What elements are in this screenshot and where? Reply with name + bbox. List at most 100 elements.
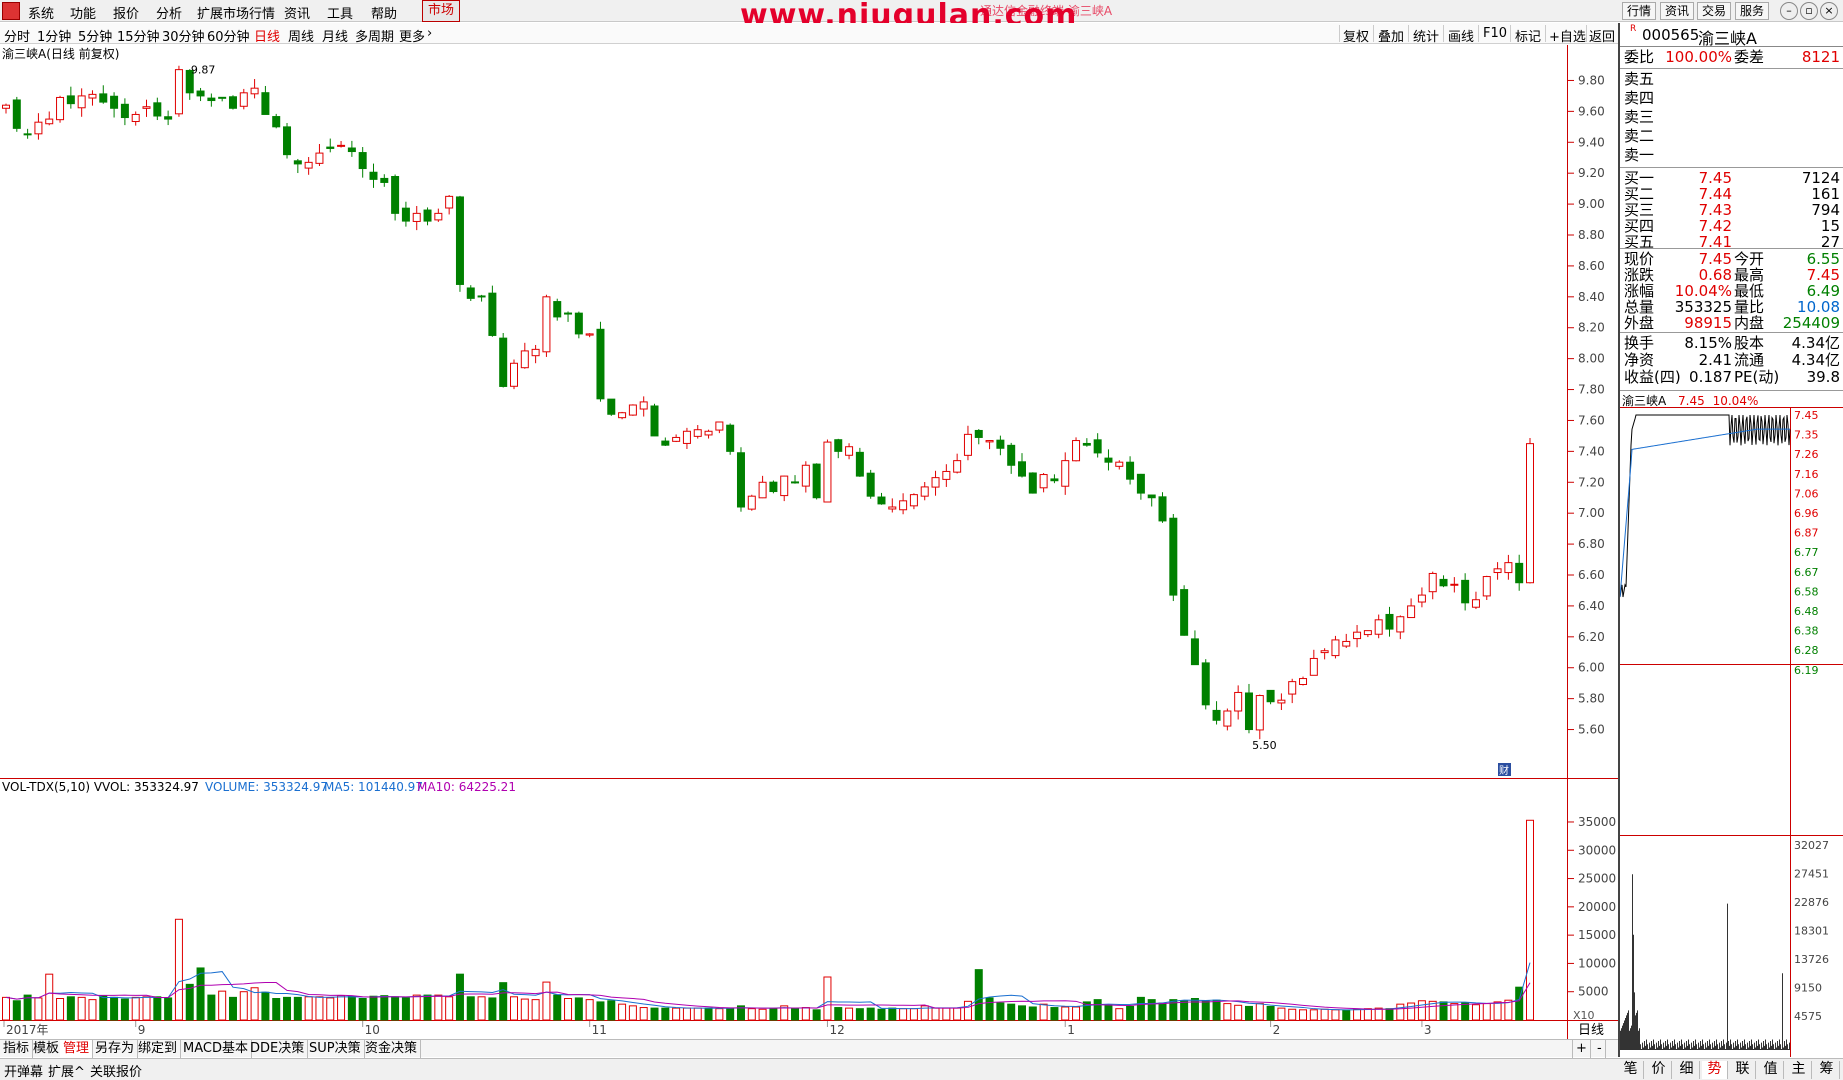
candle-body[interactable] xyxy=(369,171,378,180)
candle-body[interactable] xyxy=(77,95,86,109)
menu-help[interactable]: 帮助 xyxy=(371,3,397,22)
candle-body[interactable] xyxy=(564,312,573,315)
candle-body[interactable] xyxy=(672,436,681,442)
candle-body[interactable] xyxy=(1342,640,1351,647)
candle-body[interactable] xyxy=(1417,594,1426,603)
candle-body[interactable] xyxy=(315,152,324,164)
candle-body[interactable] xyxy=(1223,710,1232,727)
rtab-detail[interactable]: 细 xyxy=(1674,1061,1700,1079)
candle-body[interactable] xyxy=(801,464,810,487)
candle-body[interactable] xyxy=(963,433,972,456)
rtab-main[interactable]: 主 xyxy=(1786,1061,1812,1079)
candle-body[interactable] xyxy=(412,212,421,222)
tool-adjust[interactable]: 复权 xyxy=(1343,26,1369,45)
linked-quote[interactable]: 关联报价 xyxy=(90,1061,142,1080)
candle-body[interactable] xyxy=(726,424,735,452)
candle-body[interactable] xyxy=(1018,461,1026,477)
candle-body[interactable] xyxy=(272,116,281,128)
candle-body[interactable] xyxy=(942,470,951,480)
candle-body[interactable] xyxy=(1363,630,1372,636)
tf-monthly[interactable]: 月线 xyxy=(322,26,348,45)
tool-f10[interactable]: F10 xyxy=(1483,26,1507,41)
candle-body[interactable] xyxy=(1136,473,1145,494)
tool-add-watchlist[interactable]: +自选 xyxy=(1549,26,1586,45)
menu-news[interactable]: 资讯 xyxy=(284,3,310,22)
candle-body[interactable] xyxy=(618,412,627,419)
menu-analysis[interactable]: 分析 xyxy=(156,3,182,22)
tab-bind[interactable]: 绑定到 xyxy=(135,1040,182,1058)
tf-15min[interactable]: 15分钟 xyxy=(117,26,160,45)
tab-macd[interactable]: MACD基本 xyxy=(180,1040,252,1058)
rtab-chips[interactable]: 筹 xyxy=(1814,1061,1840,1079)
candle-body[interactable] xyxy=(401,207,410,222)
tool-mark[interactable]: 标记 xyxy=(1515,26,1541,45)
candle-body[interactable] xyxy=(12,99,21,129)
kline-chart-panel[interactable]: 9.80 9.60 9.40 9.20 9.00 8.80 8.60 8.40 8.20 8.00… xyxy=(0,45,1618,1057)
candle-body[interactable] xyxy=(1158,496,1167,522)
candle-body[interactable] xyxy=(996,439,1005,449)
candle-body[interactable] xyxy=(1234,691,1243,712)
rtab-value[interactable]: 值 xyxy=(1758,1061,1784,1079)
candle-body[interactable] xyxy=(164,116,173,120)
candle-body[interactable] xyxy=(1353,631,1362,640)
candle-body[interactable] xyxy=(391,176,400,214)
tool-draw[interactable]: 画线 xyxy=(1448,26,1474,45)
candle-body[interactable] xyxy=(455,196,464,285)
rtab-linked[interactable]: 联 xyxy=(1730,1061,1756,1079)
candle-body[interactable] xyxy=(1493,568,1502,574)
tool-stats[interactable]: 统计 xyxy=(1413,26,1439,45)
tf-weekly[interactable]: 周线 xyxy=(288,26,314,45)
candle-body[interactable] xyxy=(845,446,854,456)
candle-body[interactable] xyxy=(337,144,346,147)
candle-body[interactable] xyxy=(736,452,745,508)
candle-body[interactable] xyxy=(1428,572,1437,593)
candle-body[interactable] xyxy=(1309,657,1318,676)
right-tab-trade[interactable]: 交易 xyxy=(1697,2,1732,20)
candle-body[interactable] xyxy=(747,495,756,510)
candle-body[interactable] xyxy=(218,96,227,99)
danmaku-toggle[interactable]: 开弹幕 xyxy=(4,1061,43,1080)
candle-body[interactable] xyxy=(239,92,248,107)
candle-body[interactable] xyxy=(445,195,454,209)
candle-body[interactable] xyxy=(1028,472,1037,494)
tab-dde[interactable]: DDE决策 xyxy=(247,1040,309,1058)
candle-body[interactable] xyxy=(45,118,54,125)
restore-icon[interactable]: ▫ xyxy=(1800,2,1818,20)
candle-body[interactable] xyxy=(1039,474,1048,489)
candle-body[interactable] xyxy=(574,312,583,335)
candle-body[interactable] xyxy=(834,439,843,452)
candle-body[interactable] xyxy=(1515,562,1524,584)
candle-body[interactable] xyxy=(1244,692,1253,731)
candle-body[interactable] xyxy=(780,475,789,497)
candle-body[interactable] xyxy=(34,121,43,135)
tf-more[interactable]: 更多 xyxy=(399,26,425,45)
tab-template[interactable]: 模板 xyxy=(30,1040,64,1058)
candle-body[interactable] xyxy=(1461,579,1470,604)
candle-body[interactable] xyxy=(1288,681,1297,695)
candle-body[interactable] xyxy=(1471,599,1480,608)
candle-body[interactable] xyxy=(88,93,97,99)
candle-body[interactable] xyxy=(888,506,897,510)
candle-body[interactable] xyxy=(1082,442,1091,446)
rtab-trend[interactable]: 势 xyxy=(1702,1061,1728,1079)
candle-body[interactable] xyxy=(283,126,292,156)
candle-body[interactable] xyxy=(1439,578,1448,587)
candle-body[interactable] xyxy=(499,337,508,387)
candle-body[interactable] xyxy=(531,348,540,357)
candle-body[interactable] xyxy=(596,328,605,400)
tf-1min[interactable]: 1分钟 xyxy=(37,26,71,45)
zoom-in-icon[interactable]: + xyxy=(1572,1040,1591,1058)
right-tab-market[interactable]: 行情 xyxy=(1622,2,1657,20)
tf-60min[interactable]: 60分钟 xyxy=(207,26,250,45)
tf-5min[interactable]: 5分钟 xyxy=(78,26,112,45)
candle-body[interactable] xyxy=(769,481,778,493)
candle-body[interactable] xyxy=(1526,443,1534,584)
tf-timeshare[interactable]: 分时 xyxy=(4,26,30,45)
candle-body[interactable] xyxy=(358,152,367,170)
menu-tools[interactable]: 工具 xyxy=(327,3,353,22)
candle-body[interactable] xyxy=(909,494,918,507)
candle-body[interactable] xyxy=(931,477,940,488)
tf-daily[interactable]: 日线 xyxy=(254,26,280,45)
tab-sup[interactable]: SUP决策 xyxy=(306,1040,365,1058)
candle-body[interactable] xyxy=(1093,439,1102,454)
